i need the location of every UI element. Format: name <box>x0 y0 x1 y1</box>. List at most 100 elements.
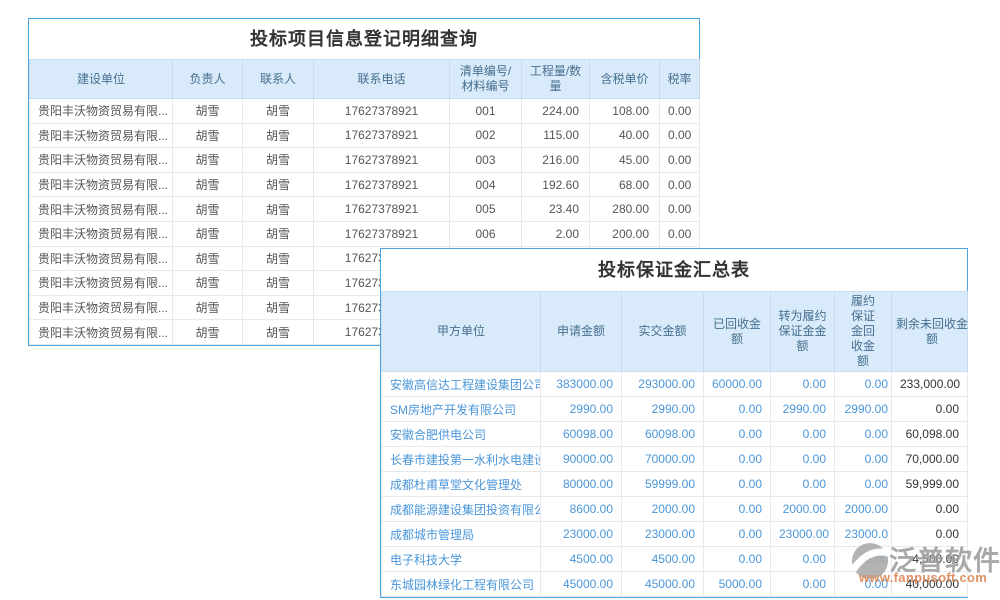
column-header: 已回收金额 <box>704 292 771 372</box>
cell: 0.00 <box>771 372 835 397</box>
column-header: 转为履约保证金金额 <box>771 292 835 372</box>
table-row[interactable]: 成都城市管理局23000.0023000.000.0023000.0023000… <box>382 522 968 547</box>
cell: 60,098.00 <box>892 422 968 447</box>
cell: 006 <box>450 221 522 246</box>
cell: 17627378921 <box>314 172 450 197</box>
bid-deposit-summary-grid: 甲方单位申请金额实交金额已回收金额转为履约保证金金额履约保证金回收金额剩余未回收… <box>381 291 968 597</box>
cell: 胡雪 <box>243 295 314 320</box>
party-unit-link[interactable]: 成都城市管理局 <box>382 522 541 547</box>
cell: 0.00 <box>892 397 968 422</box>
column-header: 实交金额 <box>622 292 704 372</box>
cell: 0.00 <box>771 472 835 497</box>
cell: 005 <box>450 197 522 222</box>
cell: 贵阳丰沃物资贸易有限... <box>30 197 173 222</box>
table-row[interactable]: 贵阳丰沃物资贸易有限...胡雪胡雪176273789210062.00200.0… <box>30 221 700 246</box>
bid-project-detail-title: 投标项目信息登记明细查询 <box>29 19 699 59</box>
table-row[interactable]: 成都能源建设集团投资有限公司8600.002000.000.002000.002… <box>382 497 968 522</box>
party-unit-link[interactable]: 安徽合肥供电公司 <box>382 422 541 447</box>
cell: 0.00 <box>771 572 835 597</box>
table-row[interactable]: 贵阳丰沃物资贸易有限...胡雪胡雪17627378921003216.0045.… <box>30 148 700 173</box>
cell: 280.00 <box>590 197 660 222</box>
cell: 贵阳丰沃物资贸易有限... <box>30 246 173 271</box>
cell: 70000.00 <box>622 447 704 472</box>
cell: 5000.00 <box>704 572 771 597</box>
column-header-label: 负责人 <box>189 72 225 87</box>
cell: 贵阳丰沃物资贸易有限... <box>30 123 173 148</box>
cell: 0.00 <box>835 372 892 397</box>
party-unit-link[interactable]: 东城园林绿化工程有限公司 <box>382 572 541 597</box>
column-header: 含税单价 <box>590 60 660 99</box>
cell: 115.00 <box>522 123 590 148</box>
cell: 胡雪 <box>243 197 314 222</box>
column-header-label: 申请金额 <box>557 324 605 339</box>
cell: 贵阳丰沃物资贸易有限... <box>30 271 173 296</box>
cell: 23000.00 <box>771 522 835 547</box>
column-header: 建设单位 <box>30 60 173 99</box>
cell: 0.00 <box>704 472 771 497</box>
cell: 胡雪 <box>243 99 314 124</box>
cell: 17627378921 <box>314 148 450 173</box>
column-header-label: 建设单位 <box>77 72 125 87</box>
cell: 0.00 <box>704 447 771 472</box>
column-header-label: 清单编号/材料编号 <box>456 64 516 94</box>
cell: 23000.0 <box>835 522 892 547</box>
column-header-label: 剩余未回收金额 <box>894 317 970 347</box>
cell: 0.00 <box>704 497 771 522</box>
party-unit-link[interactable]: 成都杜甫草堂文化管理处 <box>382 472 541 497</box>
cell: 胡雪 <box>173 123 243 148</box>
column-header-label: 转为履约保证金金额 <box>778 309 828 354</box>
cell: 90000.00 <box>541 447 622 472</box>
cell: 17627378921 <box>314 197 450 222</box>
cell: 贵阳丰沃物资贸易有限... <box>30 221 173 246</box>
party-unit-link[interactable]: 安徽高信达工程建设集团公司 <box>382 372 541 397</box>
column-header-label: 已回收金额 <box>712 317 762 347</box>
cell: 胡雪 <box>173 172 243 197</box>
bid-deposit-summary-table: 投标保证金汇总表 甲方单位申请金额实交金额已回收金额转为履约保证金金额履约保证金… <box>380 248 968 598</box>
table-row[interactable]: 电子科技大学4500.004500.000.000.000.004,500.00 <box>382 547 968 572</box>
cell: 216.00 <box>522 148 590 173</box>
table-row[interactable]: 长春市建投第一水利水电建设90000.0070000.000.000.000.0… <box>382 447 968 472</box>
cell: 233,000.00 <box>892 372 968 397</box>
party-unit-link[interactable]: 成都能源建设集团投资有限公司 <box>382 497 541 522</box>
cell: 胡雪 <box>173 246 243 271</box>
cell: 17627378921 <box>314 123 450 148</box>
cell: 4500.00 <box>622 547 704 572</box>
cell: 0.00 <box>704 522 771 547</box>
cell: 0.00 <box>771 422 835 447</box>
cell: 胡雪 <box>173 99 243 124</box>
cell: 0.00 <box>660 148 700 173</box>
cell: 0.00 <box>704 422 771 447</box>
cell: 23000.00 <box>541 522 622 547</box>
cell: 0.00 <box>835 422 892 447</box>
party-unit-link[interactable]: 长春市建投第一水利水电建设 <box>382 447 541 472</box>
cell: 8600.00 <box>541 497 622 522</box>
cell: 胡雪 <box>243 320 314 345</box>
party-unit-link[interactable]: 电子科技大学 <box>382 547 541 572</box>
table-row[interactable]: 东城园林绿化工程有限公司45000.0045000.005000.000.000… <box>382 572 968 597</box>
cell: 40.00 <box>590 123 660 148</box>
table-row[interactable]: 贵阳丰沃物资贸易有限...胡雪胡雪1762737892100523.40280.… <box>30 197 700 222</box>
cell: 2990.00 <box>541 397 622 422</box>
cell: 60098.00 <box>622 422 704 447</box>
cell: 45000.00 <box>541 572 622 597</box>
cell: 贵阳丰沃物资贸易有限... <box>30 99 173 124</box>
party-unit-link[interactable]: SM房地产开发有限公司 <box>382 397 541 422</box>
cell: 60000.00 <box>704 372 771 397</box>
table-row[interactable]: SM房地产开发有限公司2990.002990.000.002990.002990… <box>382 397 968 422</box>
cell: 0.00 <box>660 123 700 148</box>
cell: 4,500.00 <box>892 547 968 572</box>
cell: 胡雪 <box>243 271 314 296</box>
table-row[interactable]: 成都杜甫草堂文化管理处80000.0059999.000.000.000.005… <box>382 472 968 497</box>
table-row[interactable]: 安徽高信达工程建设集团公司383000.00293000.0060000.000… <box>382 372 968 397</box>
cell: 003 <box>450 148 522 173</box>
cell: 59999.00 <box>622 472 704 497</box>
table-row[interactable]: 贵阳丰沃物资贸易有限...胡雪胡雪17627378921004192.6068.… <box>30 172 700 197</box>
column-header-label: 甲方单位 <box>437 324 485 339</box>
table-row[interactable]: 贵阳丰沃物资贸易有限...胡雪胡雪17627378921001224.00108… <box>30 99 700 124</box>
table-row[interactable]: 安徽合肥供电公司60098.0060098.000.000.000.0060,0… <box>382 422 968 447</box>
cell: 383000.00 <box>541 372 622 397</box>
cell: 70,000.00 <box>892 447 968 472</box>
cell: 45.00 <box>590 148 660 173</box>
table-row[interactable]: 贵阳丰沃物资贸易有限...胡雪胡雪17627378921002115.0040.… <box>30 123 700 148</box>
cell: 224.00 <box>522 99 590 124</box>
